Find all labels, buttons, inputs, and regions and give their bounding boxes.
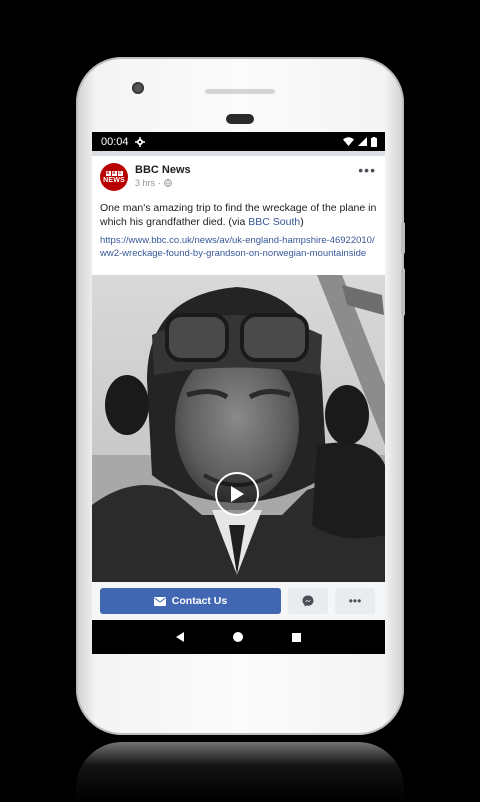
front-camera (132, 82, 144, 94)
message-button[interactable] (288, 588, 328, 614)
logo-block: B (111, 170, 117, 176)
speaker-grille (205, 89, 275, 94)
post-url[interactable]: https://www.bbc.co.uk/news/av/uk-england… (92, 229, 385, 260)
play-button[interactable] (215, 472, 259, 516)
post-message: One man's amazing trip to find the wreck… (92, 196, 385, 229)
contact-us-label: Contact Us (171, 595, 228, 607)
gear-icon (134, 136, 145, 147)
play-icon (231, 486, 244, 502)
messenger-icon (302, 595, 314, 607)
status-time: 00:04 (101, 135, 129, 148)
more-icon[interactable]: ••• (358, 163, 376, 177)
android-nav-bar (92, 620, 385, 654)
contact-us-button[interactable]: Contact Us (100, 588, 281, 614)
logo-block: B (105, 170, 111, 176)
phone-screen: 00:04 B B C NEWS BBC News 3 hrs · ••• On… (92, 132, 385, 654)
logo-block: C (117, 170, 123, 176)
pilot-photo (92, 275, 385, 582)
home-icon[interactable] (232, 632, 243, 642)
avatar[interactable]: B B C NEWS (100, 163, 128, 191)
phone-reflection (76, 742, 404, 802)
avatar-text: NEWS (103, 176, 125, 184)
signal-icon (358, 137, 367, 146)
battery-icon (371, 136, 377, 147)
bbc-logo: B B C (105, 170, 123, 176)
post-meta: 3 hrs · (135, 178, 191, 188)
volume-button (401, 268, 405, 316)
post-text-end: ) (300, 215, 304, 228)
page-name[interactable]: BBC News (135, 164, 191, 176)
wifi-icon (343, 137, 354, 146)
video-thumbnail[interactable] (92, 275, 385, 582)
back-icon[interactable] (176, 632, 185, 642)
power-button (401, 222, 405, 254)
post-header: B B C NEWS BBC News 3 hrs · ••• (92, 156, 385, 196)
via-link[interactable]: BBC South (248, 216, 300, 228)
envelope-icon (153, 596, 166, 606)
earpiece (226, 114, 254, 124)
more-horizontal-icon[interactable]: ••• (335, 588, 375, 614)
post-text: One man's amazing trip to find the wreck… (100, 202, 377, 228)
action-bar: Contact Us ••• (92, 582, 385, 620)
post-time[interactable]: 3 hrs (135, 178, 155, 188)
recents-icon[interactable] (291, 632, 301, 642)
status-bar: 00:04 (92, 132, 385, 151)
globe-icon (164, 179, 172, 187)
